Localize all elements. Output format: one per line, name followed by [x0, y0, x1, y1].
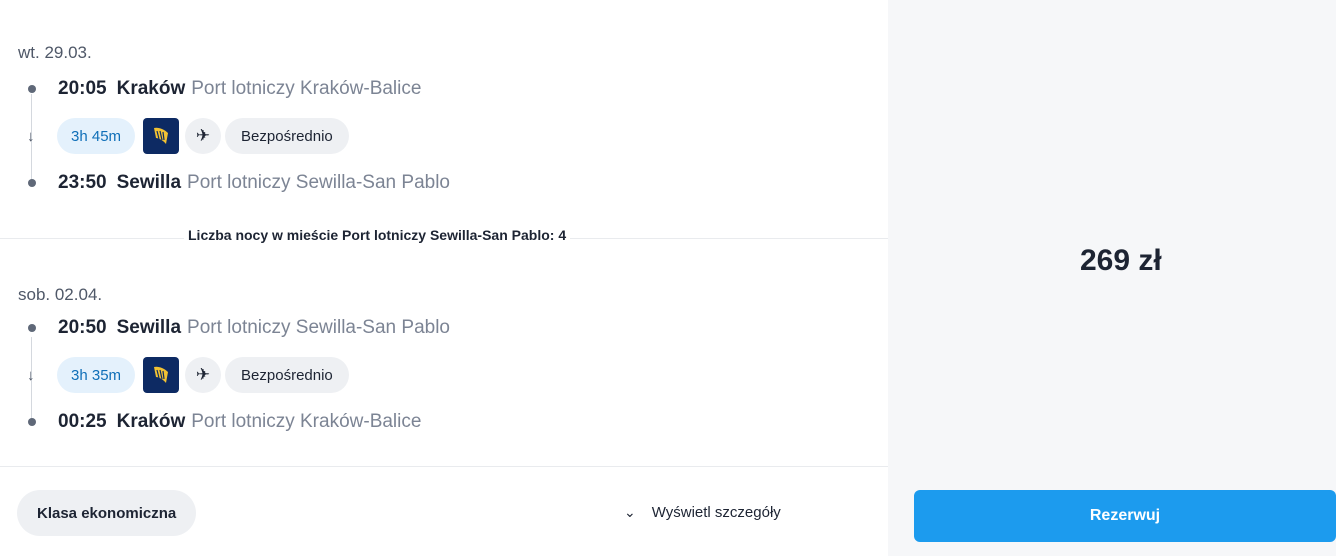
itinerary-panel: wt. 29.03. 20:05 Kraków Port lotniczy Kr… [0, 0, 888, 556]
stop-dot [28, 179, 36, 187]
price-panel [888, 0, 1336, 556]
direct-flight-badge: Bezpośrednio [225, 357, 349, 393]
show-details-button[interactable]: ⌄ Wyświetl szczegóły [624, 504, 781, 521]
arrival-city: Kraków [116, 411, 186, 432]
arrival-airport: Port lotniczy Sewilla-San Pablo [187, 172, 450, 193]
stop-dot [28, 324, 36, 332]
nights-count-label: Liczba nocy w mieście Port lotniczy Sewi… [184, 227, 571, 243]
flight-duration-badge: 3h 45m [57, 118, 136, 154]
departure-airport: Port lotniczy Sewilla-San Pablo [187, 317, 450, 338]
outbound-date: wt. 29.03. [18, 43, 92, 62]
stop-dot [28, 85, 36, 93]
total-price: 269 zł [1080, 244, 1162, 277]
direct-flight-badge: Bezpośrednio [225, 118, 349, 154]
arrival-time: 00:25 [58, 411, 107, 432]
flight-duration-badge: 3h 35m [57, 357, 136, 393]
stop-dot [28, 418, 36, 426]
return-date: sob. 02.04. [18, 285, 103, 304]
departure-city: Sewilla [116, 317, 182, 338]
cabin-class-badge: Klasa ekonomiczna [17, 490, 197, 536]
return-segment-info: ↓ 3h 35m ✈ Bezpośrednio [26, 357, 349, 393]
arrival-city: Sewilla [116, 172, 182, 193]
arrow-down-icon: ↓ [27, 127, 35, 145]
departure-city: Kraków [116, 78, 186, 99]
arrow-down-icon: ↓ [27, 366, 35, 384]
airplane-icon: ✈ [185, 118, 222, 154]
arrival-time: 23:50 [58, 172, 107, 193]
ryanair-logo-icon [143, 118, 180, 154]
show-details-label: Wyświetl szczegóły [651, 504, 781, 521]
footer-divider [0, 466, 888, 467]
arrival-airport: Port lotniczy Kraków-Balice [191, 411, 422, 432]
outbound-departure-row: 20:05 Kraków Port lotniczy Kraków-Balice [26, 78, 421, 100]
ryanair-logo-icon [143, 357, 180, 393]
book-button[interactable]: Rezerwuj [914, 490, 1336, 542]
chevron-down-icon: ⌄ [624, 504, 636, 520]
departure-time: 20:50 [58, 317, 107, 338]
outbound-segment-info: ↓ 3h 45m ✈ Bezpośrednio [26, 118, 349, 154]
return-arrival-row: 00:25 Kraków Port lotniczy Kraków-Balice [26, 411, 421, 433]
departure-airport: Port lotniczy Kraków-Balice [191, 78, 422, 99]
airplane-icon: ✈ [185, 357, 222, 393]
departure-time: 20:05 [58, 78, 107, 99]
return-departure-row: 20:50 Sewilla Port lotniczy Sewilla-San … [26, 317, 450, 339]
outbound-arrival-row: 23:50 Sewilla Port lotniczy Sewilla-San … [26, 172, 450, 194]
